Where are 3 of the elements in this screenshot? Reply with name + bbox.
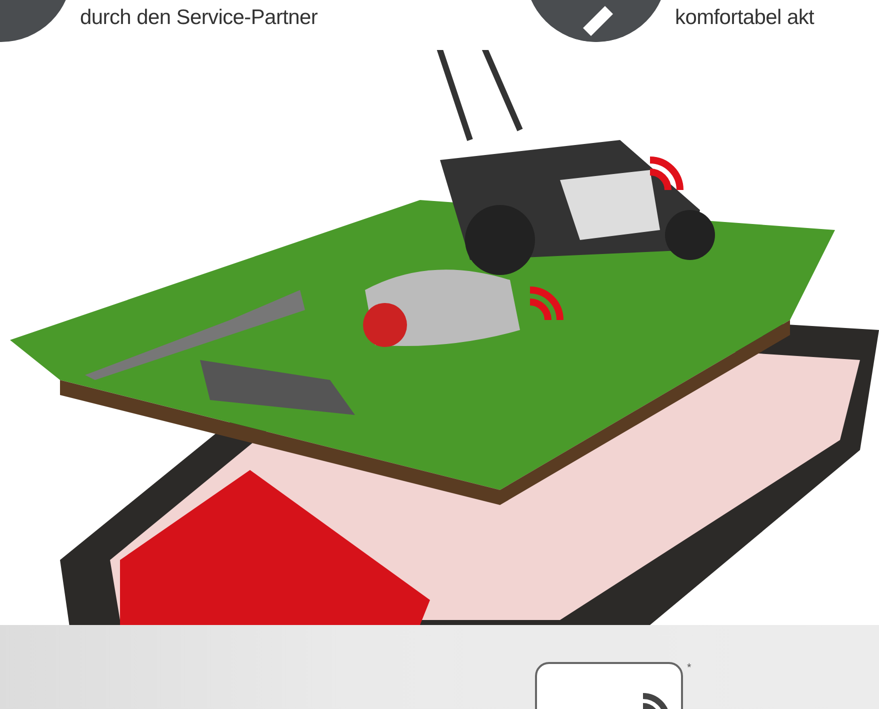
feature-text: komfortabel akt <box>675 6 814 30</box>
feature-text: durch den Service-Partner <box>80 6 318 30</box>
footnote-mark: * <box>687 662 692 676</box>
